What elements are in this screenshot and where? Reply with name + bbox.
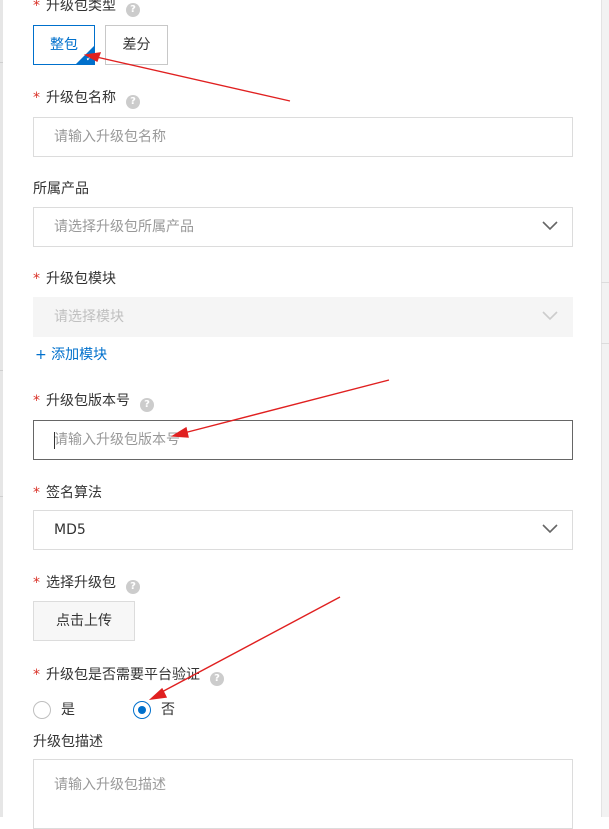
verify-radio-yes-label[interactable]: 是	[61, 700, 75, 720]
help-circle-icon[interactable]: ?	[140, 398, 154, 412]
version-label: * 升级包版本号?	[33, 391, 154, 412]
annotation-arrow-head	[148, 687, 168, 700]
chevron-down-icon	[542, 221, 558, 231]
signature-label: * 签名算法	[33, 485, 102, 501]
background-divider	[601, 282, 609, 283]
signature-select[interactable]: MD5	[33, 510, 573, 550]
package-name-input[interactable]: 请输入升级包名称	[33, 117, 573, 157]
background-divider	[0, 496, 3, 497]
product-select[interactable]: 请选择升级包所属产品	[33, 207, 573, 247]
verify-radio-no-label[interactable]: 否	[161, 700, 175, 720]
chevron-down-icon	[542, 311, 558, 321]
text-cursor	[54, 432, 55, 449]
background-divider	[601, 343, 609, 344]
upload-label: * 选择升级包?	[33, 573, 140, 594]
help-circle-icon[interactable]: ?	[126, 95, 140, 109]
chevron-down-icon	[542, 524, 558, 534]
verify-radio-yes[interactable]	[33, 701, 51, 719]
package-type-option-full[interactable]: 整包 ✓	[33, 25, 95, 65]
help-circle-icon[interactable]: ?	[210, 672, 224, 686]
package-name-label: * 升级包名称?	[33, 88, 140, 109]
package-type-label: * 升级包类型?	[33, 0, 140, 17]
package-type-option-diff[interactable]: 差分	[105, 25, 168, 65]
background-divider	[0, 370, 3, 371]
version-input[interactable]: 请输入升级包版本号	[33, 420, 573, 460]
background-panel-edge-left	[0, 0, 3, 817]
add-module-link[interactable]: + 添加模块	[35, 345, 107, 365]
upload-button[interactable]: 点击上传	[33, 601, 135, 641]
check-icon: ✓	[85, 54, 93, 64]
background-divider	[0, 62, 3, 63]
verify-radio-no[interactable]	[133, 701, 151, 719]
module-label: * 升级包模块	[33, 271, 116, 287]
module-select[interactable]: 请选择模块	[33, 297, 573, 337]
help-circle-icon[interactable]: ?	[126, 580, 140, 594]
product-label: 所属产品	[33, 181, 89, 197]
description-textarea[interactable]: 请输入升级包描述	[33, 759, 573, 829]
help-circle-icon[interactable]: ?	[126, 3, 140, 17]
verify-label: * 升级包是否需要平台验证?	[33, 665, 224, 686]
background-panel-edge-right	[601, 0, 609, 817]
description-label: 升级包描述	[33, 734, 103, 750]
